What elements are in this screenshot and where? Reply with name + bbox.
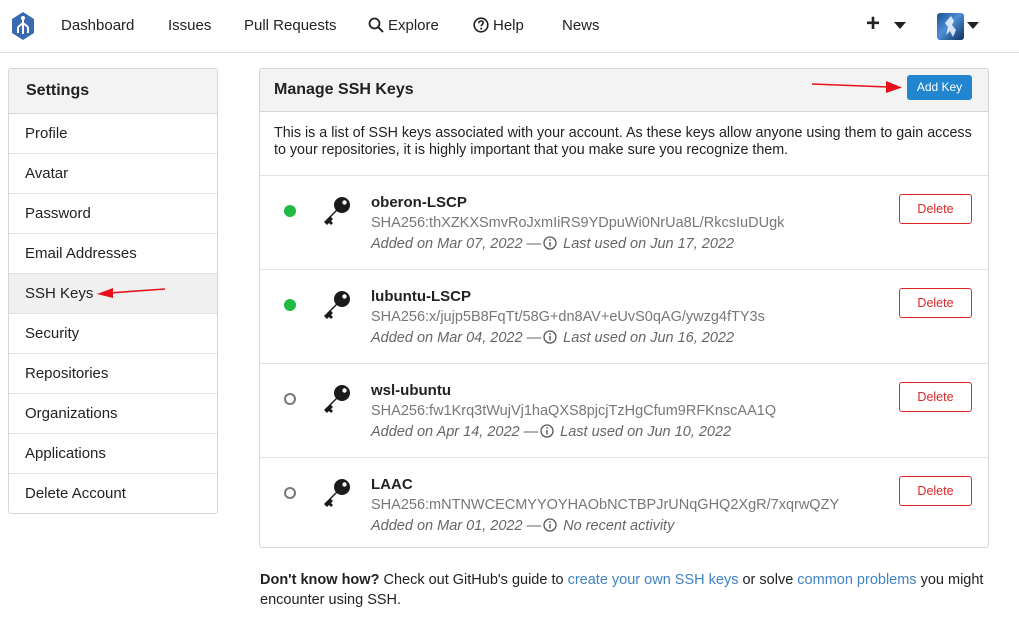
sidebar-item-delete-account[interactable]: Delete Account [9, 474, 217, 514]
help-text-part: or solve [738, 572, 798, 588]
ssh-key-row: lubuntu-LSCP SHA256:x/jujp5B8FqTt/58G+dn… [260, 270, 988, 364]
key-icon [324, 197, 350, 225]
key-last-used: No recent activity [563, 518, 675, 534]
sidebar-item-security[interactable]: Security [9, 314, 217, 354]
search-icon [368, 17, 384, 33]
sidebar-title: Settings [9, 69, 217, 114]
help-icon [473, 17, 489, 33]
help-bold: Don't know how? [260, 572, 380, 588]
key-activity: Added on Mar 07, 2022 — Last used on Jun… [371, 236, 734, 252]
key-last-used: Last used on Jun 16, 2022 [563, 330, 735, 346]
nav-news[interactable]: News [562, 16, 600, 36]
status-active-icon [284, 299, 296, 311]
plus-icon: + [866, 10, 881, 37]
annotation-arrow-add-key [811, 81, 902, 93]
key-fingerprint: SHA256:fw1Krq3tWujVj1haQXS8pjcjTzHgCfum9… [371, 403, 777, 419]
nav-issues[interactable]: Issues [168, 16, 211, 36]
sidebar-item-password[interactable]: Password [9, 194, 217, 234]
create-ssh-keys-link[interactable]: create your own SSH keys [568, 572, 739, 588]
key-added-date: Added on Apr 14, 2022 — [371, 424, 539, 440]
common-problems-link[interactable]: common problems [797, 572, 916, 588]
sidebar-item-profile[interactable]: Profile [9, 114, 217, 154]
delete-key-button[interactable]: Delete [899, 476, 972, 506]
sidebar-item-repositories[interactable]: Repositories [9, 354, 217, 394]
page-title: Manage SSH Keys [274, 81, 414, 98]
key-icon [324, 479, 350, 507]
key-activity: Added on Mar 04, 2022 — Last used on Jun… [371, 330, 734, 346]
sidebar-item-applications[interactable]: Applications [9, 434, 217, 474]
nav-help-label: Help [493, 17, 524, 34]
info-icon [540, 424, 554, 438]
ssh-key-row: LAAC SHA256:mNTNWCECMYYOYHAObNCTBPJrUNqG… [260, 458, 988, 552]
ssh-key-row: wsl-ubuntu SHA256:fw1Krq3tWujVj1haQXS8pj… [260, 364, 988, 458]
chevron-down-icon [967, 22, 979, 29]
chevron-down-icon [894, 22, 906, 29]
add-key-button[interactable]: Add Key [907, 75, 972, 100]
key-fingerprint: SHA256:x/jujp5B8FqTt/58G+dn8AV+eUvS0qAG/… [371, 309, 765, 325]
key-name: oberon-LSCP [371, 194, 467, 211]
sidebar-item-email-addresses[interactable]: Email Addresses [9, 234, 217, 274]
help-text: Don't know how? Check out GitHub's guide… [260, 570, 1000, 610]
logo-icon[interactable] [10, 11, 36, 41]
key-name: wsl-ubuntu [371, 382, 451, 399]
ssh-keys-panel: Manage SSH Keys Add Key This is a list o… [259, 68, 989, 548]
status-inactive-icon [284, 487, 296, 499]
key-added-date: Added on Mar 01, 2022 — [371, 518, 542, 534]
avatar [937, 13, 964, 40]
annotation-arrow-ssh-keys [97, 288, 166, 298]
key-icon [324, 385, 350, 413]
key-added-date: Added on Mar 04, 2022 — [371, 330, 542, 346]
nav-explore-label: Explore [388, 17, 439, 34]
delete-key-button[interactable]: Delete [899, 382, 972, 412]
key-name: lubuntu-LSCP [371, 288, 471, 305]
intro-text: This is a list of SSH keys associated wi… [260, 112, 988, 176]
key-activity: Added on Apr 14, 2022 — Last used on Jun… [371, 424, 731, 440]
sidebar-item-organizations[interactable]: Organizations [9, 394, 217, 434]
help-text-part: Check out GitHub's guide to [379, 572, 568, 588]
key-activity: Added on Mar 01, 2022 — No recent activi… [371, 518, 674, 534]
delete-key-button[interactable]: Delete [899, 288, 972, 318]
ssh-key-row: oberon-LSCP SHA256:thXZKXSmvRoJxmIiRS9YD… [260, 176, 988, 270]
nav-dashboard[interactable]: Dashboard [61, 16, 134, 36]
status-inactive-icon [284, 393, 296, 405]
key-added-date: Added on Mar 07, 2022 — [371, 236, 542, 252]
key-name: LAAC [371, 476, 413, 493]
key-last-used: Last used on Jun 10, 2022 [560, 424, 732, 440]
key-fingerprint: SHA256:mNTNWCECMYYOYHAObNCTBPJrUNqGHQ2Xg… [371, 497, 840, 513]
status-active-icon [284, 205, 296, 217]
nav-pull-requests[interactable]: Pull Requests [244, 16, 337, 36]
info-icon [543, 236, 557, 250]
sidebar-item-avatar[interactable]: Avatar [9, 154, 217, 194]
info-icon [543, 330, 557, 344]
top-navbar: Dashboard Issues Pull Requests Explore H… [0, 0, 1019, 53]
info-icon [543, 518, 557, 532]
key-fingerprint: SHA256:thXZKXSmvRoJxmIiRS9YDpuWi0NrUa8L/… [371, 215, 785, 231]
nav-explore[interactable]: Explore [368, 16, 439, 36]
delete-key-button[interactable]: Delete [899, 194, 972, 224]
key-icon [324, 291, 350, 319]
nav-help[interactable]: Help [473, 16, 524, 36]
key-last-used: Last used on Jun 17, 2022 [563, 236, 735, 252]
user-menu[interactable] [937, 13, 981, 41]
create-new-menu[interactable]: + [866, 10, 910, 39]
